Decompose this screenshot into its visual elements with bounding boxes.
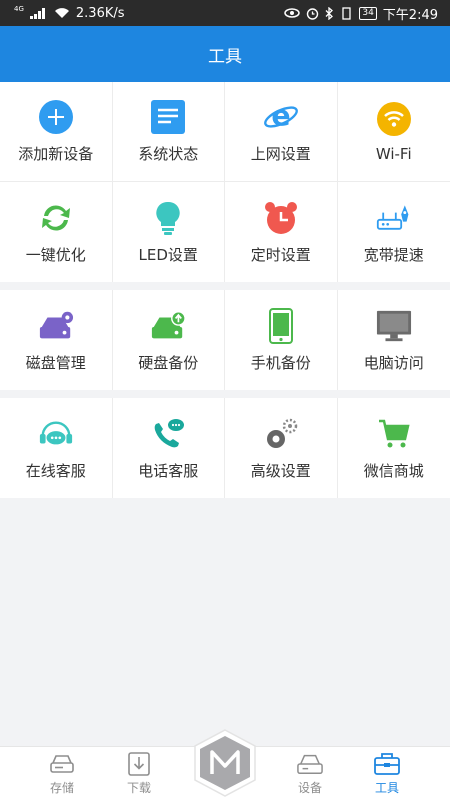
storage-icon: [49, 751, 75, 777]
tools-section-storage: 磁盘管理 硬盘备份 手机备份 电脑访问: [0, 290, 450, 390]
nav-storage[interactable]: 存储: [32, 751, 92, 796]
tool-online-support[interactable]: 在线客服: [0, 398, 113, 498]
headset-chat-icon: [38, 416, 74, 452]
nav-tools[interactable]: 工具: [357, 751, 417, 796]
tool-label: 磁盘管理: [25, 353, 86, 372]
tool-phone-support[interactable]: 电话客服: [113, 398, 225, 498]
document-icon: [150, 99, 186, 135]
router-icon: [297, 751, 323, 777]
tool-timer-settings[interactable]: 定时设置: [225, 182, 338, 282]
network-speed: 2.36K/s: [75, 5, 125, 21]
alarm-clock-icon: [263, 200, 299, 236]
wifi-icon: [376, 101, 412, 137]
nav-label: 工具: [374, 781, 399, 795]
gears-icon: [263, 416, 299, 452]
add-circle-icon: [38, 99, 74, 135]
nav-label: 存储: [49, 781, 74, 795]
status-bar: 4G 2.36K/s 34 下午2:49: [0, 0, 450, 26]
tool-label: 定时设置: [250, 245, 311, 264]
tools-section-service: 在线客服 电话客服 高级设置 微信商城: [0, 398, 450, 498]
battery-icon: 34: [359, 6, 377, 20]
center-m-button[interactable]: [192, 728, 258, 798]
tool-label: 高级设置: [250, 461, 311, 480]
refresh-icon: [38, 200, 74, 236]
tool-label: 上网设置: [250, 145, 311, 163]
clock: 下午2:49: [382, 7, 438, 23]
tool-label: LED设置: [138, 245, 198, 264]
nav-devices[interactable]: 设备: [280, 751, 340, 796]
phone-icon: [263, 307, 299, 344]
tool-disk-management[interactable]: 磁盘管理: [0, 290, 113, 390]
tool-wechat-mall[interactable]: 微信商城: [338, 398, 450, 498]
tool-label: 电脑访问: [363, 353, 424, 372]
tool-hdd-backup[interactable]: 硬盘备份: [113, 290, 225, 390]
alarm-status-icon: [307, 7, 319, 20]
tool-label: 一键优化: [25, 245, 86, 264]
tool-label: Wi-Fi: [375, 144, 412, 163]
toolbox-icon: [374, 751, 400, 777]
nav-label: 设备: [297, 781, 322, 795]
bluetooth-icon: [325, 6, 334, 20]
tool-label: 电话客服: [138, 461, 199, 480]
tool-led-settings[interactable]: LED设置: [113, 182, 225, 282]
tool-broadband-boost[interactable]: 宽带提速: [338, 182, 450, 282]
phone-call-icon: [150, 416, 186, 452]
disk-gear-icon: [38, 308, 74, 344]
disk-upload-icon: [150, 308, 187, 344]
tool-system-status[interactable]: 系统状态: [112, 82, 225, 182]
signal-icon: [29, 7, 48, 19]
eye-icon: [284, 8, 301, 18]
router-rocket-icon: [376, 200, 412, 236]
network-type: 4G: [14, 5, 24, 13]
svg-text:e: e: [271, 100, 290, 133]
tool-internet-settings[interactable]: e 上网设置: [225, 82, 338, 182]
tool-phone-backup[interactable]: 手机备份: [225, 290, 338, 390]
internet-explorer-icon: e: [263, 99, 299, 135]
nav-download[interactable]: 下载: [109, 751, 169, 796]
tool-label: 微信商城: [363, 461, 424, 480]
tool-label: 在线客服: [25, 461, 86, 480]
tool-label: 宽带提速: [363, 245, 424, 264]
wifi-status-icon: [54, 8, 69, 18]
tool-label: 硬盘备份: [138, 353, 199, 372]
tool-label: 手机备份: [250, 353, 311, 372]
title-bar: 工具: [0, 26, 450, 82]
tool-add-device[interactable]: 添加新设备: [0, 82, 113, 182]
tool-pc-access[interactable]: 电脑访问: [338, 290, 450, 390]
vibrate-icon: [342, 6, 351, 20]
nav-label: 下载: [126, 781, 151, 795]
page-title: 工具: [208, 46, 242, 67]
hexagon-m-icon: [194, 729, 256, 797]
tool-label: 添加新设备: [18, 145, 94, 163]
lightbulb-icon: [150, 200, 186, 236]
cart-icon: [376, 416, 412, 452]
tool-one-click-optimize[interactable]: 一键优化: [0, 182, 113, 282]
tools-section-basic: 添加新设备 系统状态 e 上网设置 Wi-Fi 一键优化 LED设置 定时设置 …: [0, 82, 450, 282]
tool-wifi[interactable]: Wi-Fi: [337, 82, 450, 182]
tool-advanced-settings[interactable]: 高级设置: [225, 398, 338, 498]
monitor-icon: [376, 308, 412, 344]
tool-label: 系统状态: [138, 145, 199, 163]
download-icon: [126, 751, 152, 777]
